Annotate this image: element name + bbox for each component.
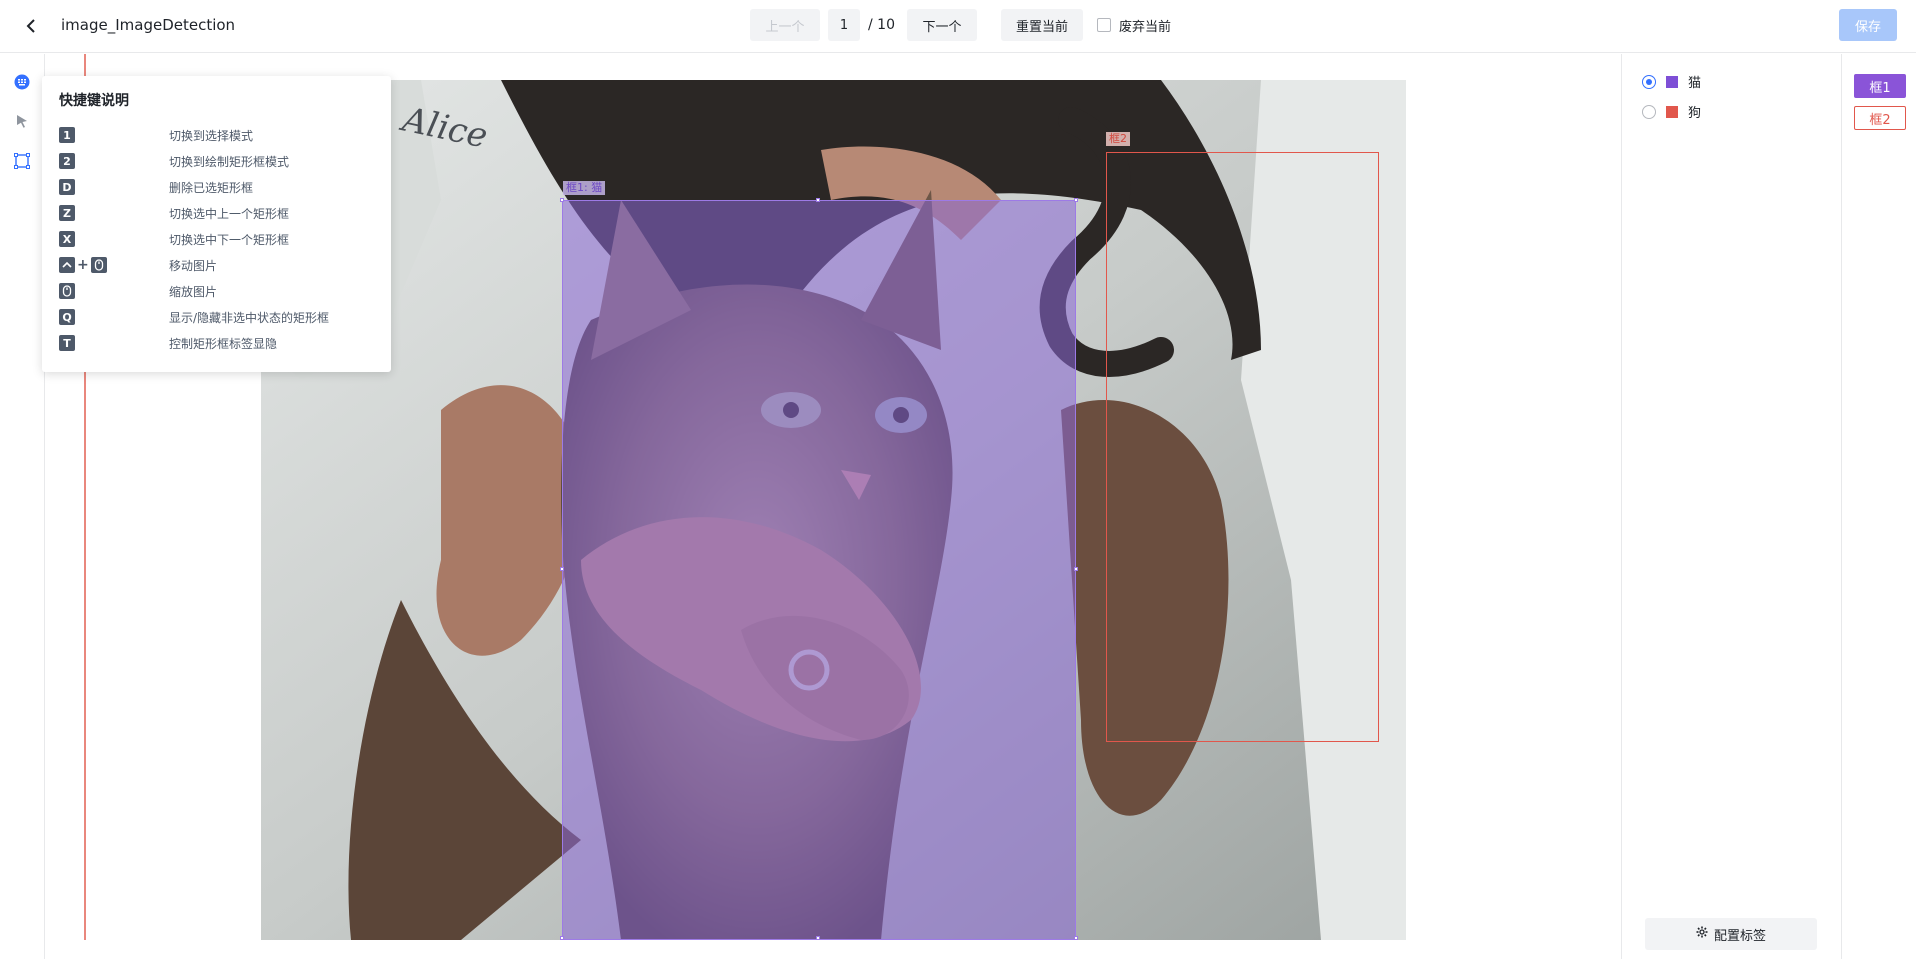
resize-handle[interactable] — [1074, 936, 1078, 940]
bounding-box-2-label: 框2 — [1106, 132, 1130, 146]
shortcut-row: D 删除已选矩形框 — [59, 178, 253, 196]
resize-handle[interactable] — [816, 936, 820, 940]
shortcut-key: D — [59, 179, 75, 195]
label-radio[interactable] — [1642, 104, 1656, 119]
shortcut-row: Q 显示/隐藏非选中状态的矩形框 — [59, 308, 329, 326]
discard-checkbox[interactable] — [1096, 18, 1111, 32]
pointer-select-icon[interactable] — [12, 111, 32, 131]
mouse-icon — [59, 283, 75, 299]
label-name: 狗 — [1688, 106, 1702, 121]
discard-current-toggle[interactable]: 废弃当前 — [1096, 16, 1171, 35]
configure-labels-text: 配置标签 — [1713, 928, 1766, 944]
shortcut-key: 1 — [59, 127, 75, 143]
resize-handle[interactable] — [560, 567, 564, 571]
shortcut-row: X 切换选中下一个矩形框 — [59, 230, 289, 248]
box-list-item-1[interactable]: 框1 — [1854, 74, 1906, 98]
shortcut-description: 显示/隐藏非选中状态的矩形框 — [169, 310, 330, 325]
rectangle-draw-icon[interactable] — [12, 151, 32, 171]
discard-label: 废弃当前 — [1118, 19, 1171, 35]
page-number-input[interactable]: 1 — [828, 9, 860, 41]
box-list-item-2[interactable]: 框2 — [1854, 106, 1906, 130]
shortcut-description: 移动图片 — [169, 258, 218, 273]
shortcut-key: T — [59, 335, 75, 351]
configure-labels-button[interactable]: 配置标签 — [1645, 918, 1817, 950]
bounding-box-2[interactable] — [1106, 152, 1379, 742]
shortcut-key: 2 — [59, 153, 75, 169]
bounding-box-list: 框1 框2 — [1841, 54, 1916, 959]
label-name: 猫 — [1688, 76, 1702, 91]
label-option-cat[interactable]: 猫 — [1642, 72, 1701, 91]
pagination: 上一个 1 / 10 下一个 重置当前 废弃当前 — [750, 9, 1171, 41]
keyboard-icon[interactable] — [12, 72, 32, 92]
shortcut-row: + 移动图片 — [59, 256, 217, 274]
mouse-icon — [90, 257, 107, 273]
ctrl-key-icon — [59, 257, 75, 273]
gear-icon — [1696, 926, 1708, 942]
back-arrow-icon[interactable] — [20, 14, 44, 38]
shortcut-description: 缩放图片 — [169, 284, 218, 299]
reset-current-button[interactable]: 重置当前 — [1000, 9, 1083, 41]
previous-button[interactable]: 上一个 — [750, 9, 820, 41]
tool-strip — [0, 54, 45, 959]
shortcut-description: 控制矩形框标签显隐 — [169, 336, 278, 351]
shortcut-row: 1 切换到选择模式 — [59, 126, 253, 144]
plus-icon: + — [77, 257, 89, 273]
shortcut-key: Q — [59, 309, 75, 325]
page-title: image_ImageDetection — [61, 16, 236, 34]
resize-handle[interactable] — [816, 198, 820, 202]
shortcut-description: 切换选中下一个矩形框 — [169, 232, 290, 247]
shortcut-help-title: 快捷键说明 — [59, 93, 129, 109]
top-toolbar: image_ImageDetection 上一个 1 / 10 下一个 重置当前… — [0, 0, 1916, 53]
shortcut-description: 切换到绘制矩形框模式 — [169, 154, 290, 169]
label-option-dog[interactable]: 狗 — [1642, 102, 1701, 121]
shortcut-help-popover: 快捷键说明 1 切换到选择模式 2 切换到绘制矩形框模式 D 删除已选矩形框 Z… — [42, 76, 391, 372]
resize-handle[interactable] — [1074, 567, 1078, 571]
bounding-box-1[interactable] — [562, 200, 1076, 940]
ctrl-plus-mouse-keys: + — [59, 257, 107, 273]
shortcut-description: 切换到选择模式 — [169, 128, 254, 143]
label-color-swatch — [1666, 75, 1678, 88]
shortcut-description: 切换选中上一个矩形框 — [169, 206, 290, 221]
next-button[interactable]: 下一个 — [906, 9, 977, 41]
shortcut-row: T 控制矩形框标签显隐 — [59, 334, 277, 352]
shortcut-row: 缩放图片 — [59, 282, 217, 300]
resize-handle[interactable] — [560, 936, 564, 940]
shortcut-row: 2 切换到绘制矩形框模式 — [59, 152, 289, 170]
resize-handle[interactable] — [560, 198, 564, 202]
bounding-box-1-label: 框1: 猫 — [563, 181, 606, 195]
page-total: / 10 — [868, 17, 895, 33]
label-radio[interactable] — [1642, 74, 1656, 89]
shortcut-key: Z — [59, 205, 75, 221]
shortcut-key: X — [59, 231, 75, 247]
label-panel: 猫 狗 配置标签 — [1621, 54, 1841, 959]
label-color-swatch — [1666, 105, 1678, 118]
shortcut-description: 删除已选矩形框 — [169, 180, 254, 195]
resize-handle[interactable] — [1074, 198, 1078, 202]
shortcut-row: Z 切换选中上一个矩形框 — [59, 204, 289, 222]
save-button[interactable]: 保存 — [1839, 9, 1897, 41]
